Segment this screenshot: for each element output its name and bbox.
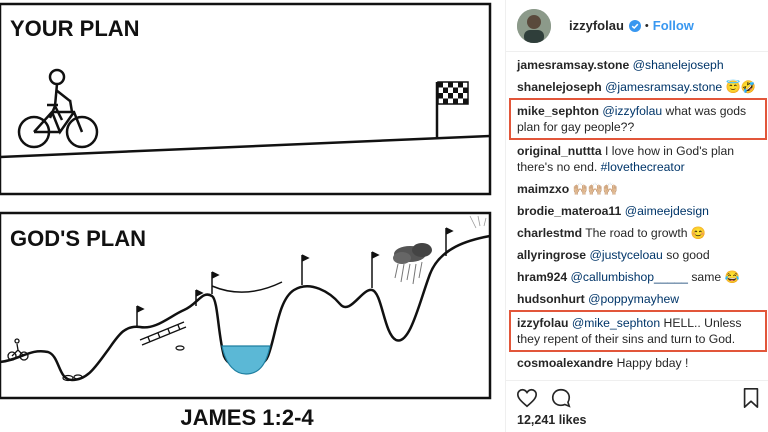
comment-hashtag[interactable]: #lovethecreator	[601, 160, 685, 174]
comment-item: allyringrose @justyceloau so good	[515, 244, 768, 266]
post-actions-bar	[506, 380, 768, 410]
comment-item: hudsonhurt @poppymayhew	[515, 288, 768, 310]
plan-illustration: YOUR PLAN GOD'S PLAN JAMES 1:2-4	[0, 2, 492, 430]
comment-username[interactable]: charlestmd	[517, 226, 582, 240]
highlighted-comment: mike_sephton @izzyfolau what was gods pl…	[509, 98, 767, 140]
comment-item: original_nuttta I love how in God's plan…	[515, 140, 768, 178]
post-image: YOUR PLAN GOD'S PLAN JAMES 1:2-4	[0, 0, 505, 432]
comment-mention[interactable]: @mike_sephton	[572, 316, 660, 330]
comment-text: The road to growth 😊	[585, 226, 707, 240]
comment-username[interactable]: jamesramsay.stone	[517, 58, 629, 72]
comment-item: clarklee75 @liamlangejans you can see ev…	[515, 374, 768, 375]
avatar[interactable]	[517, 8, 551, 43]
your-plan-title: YOUR PLAN	[10, 16, 140, 41]
comment-username[interactable]: allyringrose	[517, 248, 586, 262]
comment-username[interactable]: hram924	[517, 270, 567, 284]
comment-text: so good	[662, 248, 710, 262]
gods-plan-title: GOD'S PLAN	[10, 226, 146, 251]
verified-badge-icon	[628, 19, 641, 32]
comment-username[interactable]: shanelejoseph	[517, 80, 602, 94]
comment-item: brodie_materoa11 @aimeejdesign	[515, 200, 768, 222]
comment-username[interactable]: hudsonhurt	[517, 292, 585, 306]
comment-item: maimzxo 🙌🏼🙌🏼🙌🏼	[515, 178, 768, 200]
comment-username[interactable]: brodie_materoa11	[517, 204, 621, 218]
bible-verse-caption: JAMES 1:2-4	[180, 405, 314, 430]
post-sidebar: izzyfolau • Follow jamesramsay.stone @sh…	[505, 0, 768, 432]
comment-mention[interactable]: @justyceloau	[589, 248, 662, 262]
highlighted-comment: izzyfolau @mike_sephton HELL.. Unless th…	[509, 310, 767, 352]
comment-item: charlestmd The road to growth 😊	[515, 222, 768, 244]
follow-button[interactable]: Follow	[653, 18, 694, 33]
comment-mention[interactable]: @aimeejdesign	[625, 204, 709, 218]
heart-icon[interactable]	[516, 387, 538, 409]
post-author-username[interactable]: izzyfolau	[569, 18, 624, 33]
comment-item: jamesramsay.stone @shanelejoseph	[515, 54, 768, 76]
likes-count[interactable]: 12,241 likes	[517, 413, 587, 427]
comment-mention[interactable]: @poppymayhew	[588, 292, 679, 306]
comment-text: same 😂	[687, 270, 740, 284]
comment-mention[interactable]: @izzyfolau	[602, 104, 662, 118]
comment-item: hram924 @callumbishop_____ same 😂	[515, 266, 768, 288]
comment-username[interactable]: maimzxo	[517, 182, 569, 196]
post-header: izzyfolau • Follow	[506, 0, 768, 52]
comment-username[interactable]: original_nuttta	[517, 144, 602, 158]
comment-username[interactable]: cosmoalexandre	[517, 356, 613, 370]
comment-item: cosmoalexandre Happy bday !	[515, 352, 768, 374]
header-separator: •	[644, 19, 649, 32]
comment-username[interactable]: izzyfolau	[517, 316, 568, 330]
avatar-photo-icon	[517, 8, 551, 43]
comment-mention[interactable]: @shanelejoseph	[633, 58, 724, 72]
comment-username[interactable]: mike_sephton	[517, 104, 599, 118]
comment-bubble-icon[interactable]	[550, 387, 572, 409]
comment-text: 🙌🏼🙌🏼🙌🏼	[572, 182, 619, 196]
comment-mention[interactable]: @callumbishop_____	[571, 270, 688, 284]
comment-text: Happy bday !	[616, 356, 689, 370]
comment-text: 😇🤣	[722, 80, 756, 94]
comment-list: jamesramsay.stone @shanelejoseph shanelej…	[506, 54, 768, 375]
bookmark-icon[interactable]	[740, 387, 762, 409]
comment-mention[interactable]: @jamesramsay.stone	[605, 80, 722, 94]
comment-item: shanelejoseph @jamesramsay.stone 😇🤣	[515, 76, 768, 98]
